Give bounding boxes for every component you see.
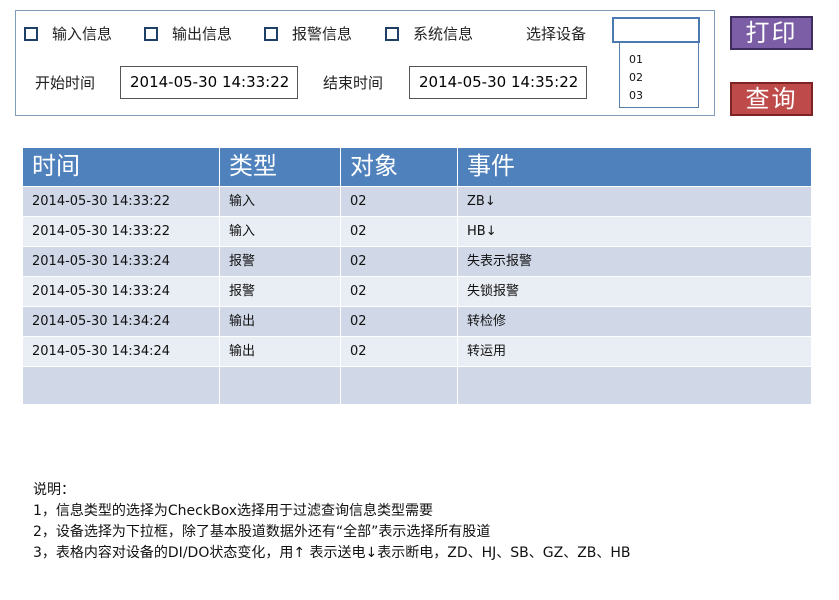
cell-type: 输出 <box>220 306 341 336</box>
table-row[interactable]: 2014-05-30 14:34:24 输出 02 转检修 <box>23 306 811 336</box>
cell-type: 报警 <box>220 276 341 306</box>
system-info-checkbox[interactable] <box>385 26 399 41</box>
cell-event: ZB↓ <box>458 186 811 216</box>
table-row[interactable]: 2014-05-30 14:33:22 输入 02 HB↓ <box>23 216 811 246</box>
cell-event: 失表示报警 <box>458 246 811 276</box>
header-object: 对象 <box>341 148 458 186</box>
cell-type: 输出 <box>220 336 341 366</box>
device-option[interactable]: 01 <box>629 51 698 69</box>
table-row[interactable]: 2014-05-30 14:33:24 报警 02 失表示报警 <box>23 246 811 276</box>
filter-alarm-info[interactable]: 报警信息 <box>264 23 352 44</box>
device-option[interactable]: 03 <box>629 87 698 105</box>
cell-event: 转运用 <box>458 336 811 366</box>
print-button[interactable]: 打印 <box>730 16 813 50</box>
note-line: 2，设备选择为下拉框，除了基本股道数据外还有“全部”表示选择所有股道 <box>33 524 491 540</box>
table-row[interactable]: 2014-05-30 14:33:24 报警 02 失锁报警 <box>23 276 811 306</box>
table-row[interactable]: 2014-05-30 14:33:22 输入 02 ZB↓ <box>23 186 811 216</box>
device-dropdown-list: 01 02 03 <box>619 43 699 108</box>
system-info-label: 系统信息 <box>413 25 474 43</box>
event-table: 时间 类型 对象 事件 2014-05-30 14:33:22 输入 02 ZB… <box>23 148 811 404</box>
cell-object: 02 <box>341 336 458 366</box>
header-event: 事件 <box>458 148 811 186</box>
cell-time: 2014-05-30 14:33:24 <box>23 276 220 306</box>
header-time: 时间 <box>23 148 220 186</box>
cell-time <box>23 366 220 404</box>
cell-time: 2014-05-30 14:33:24 <box>23 246 220 276</box>
table-row[interactable]: 2014-05-30 14:34:24 输出 02 转运用 <box>23 336 811 366</box>
alarm-info-checkbox[interactable] <box>264 26 278 41</box>
cell-type: 输入 <box>220 186 341 216</box>
input-info-label: 输入信息 <box>52 25 113 43</box>
cell-object: 02 <box>341 306 458 336</box>
cell-time: 2014-05-30 14:33:22 <box>23 186 220 216</box>
cell-event: 失锁报警 <box>458 276 811 306</box>
cell-time: 2014-05-30 14:34:24 <box>23 336 220 366</box>
header-type: 类型 <box>220 148 341 186</box>
alarm-info-label: 报警信息 <box>292 25 353 43</box>
output-info-label: 输出信息 <box>172 25 233 43</box>
end-time-label: 结束时间 <box>323 74 384 92</box>
start-time-input[interactable]: 2014-05-30 14:33:22 <box>120 66 298 99</box>
device-select[interactable] <box>612 17 700 43</box>
end-time-input[interactable]: 2014-05-30 14:35:22 <box>409 66 587 99</box>
cell-object: 02 <box>341 246 458 276</box>
table-row-empty[interactable] <box>23 366 811 404</box>
cell-object <box>341 366 458 404</box>
note-line: 3，表格内容对设备的DI/DO状态变化，用↑ 表示送电↓表示断电，ZD、HJ、S… <box>33 545 631 561</box>
output-info-checkbox[interactable] <box>144 26 158 41</box>
cell-event: HB↓ <box>458 216 811 246</box>
cell-time: 2014-05-30 14:34:24 <box>23 306 220 336</box>
filter-system-info[interactable]: 系统信息 <box>385 23 473 44</box>
table-header: 时间 类型 对象 事件 <box>23 148 811 186</box>
cell-type <box>220 366 341 404</box>
cell-object: 02 <box>341 186 458 216</box>
cell-event: 转检修 <box>458 306 811 336</box>
filter-panel: 输入信息 输出信息 报警信息 系统信息 选择设备 01 02 03 开始时间 2… <box>15 10 715 116</box>
filter-input-info[interactable]: 输入信息 <box>24 23 112 44</box>
notes-title: 说明： <box>33 482 75 498</box>
input-info-checkbox[interactable] <box>24 26 38 41</box>
query-button[interactable]: 查询 <box>730 82 813 116</box>
cell-object: 02 <box>341 216 458 246</box>
filter-output-info[interactable]: 输出信息 <box>144 23 232 44</box>
start-time-label: 开始时间 <box>35 74 96 92</box>
notes-section: 说明： 1，信息类型的选择为CheckBox选择用于过滤查询信息类型需要 2，设… <box>33 480 631 564</box>
cell-object: 02 <box>341 276 458 306</box>
cell-event <box>458 366 811 404</box>
cell-time: 2014-05-30 14:33:22 <box>23 216 220 246</box>
device-option[interactable]: 02 <box>629 69 698 87</box>
note-line: 1，信息类型的选择为CheckBox选择用于过滤查询信息类型需要 <box>33 503 433 519</box>
cell-type: 输入 <box>220 216 341 246</box>
device-select-label: 选择设备 <box>526 25 587 43</box>
cell-type: 报警 <box>220 246 341 276</box>
